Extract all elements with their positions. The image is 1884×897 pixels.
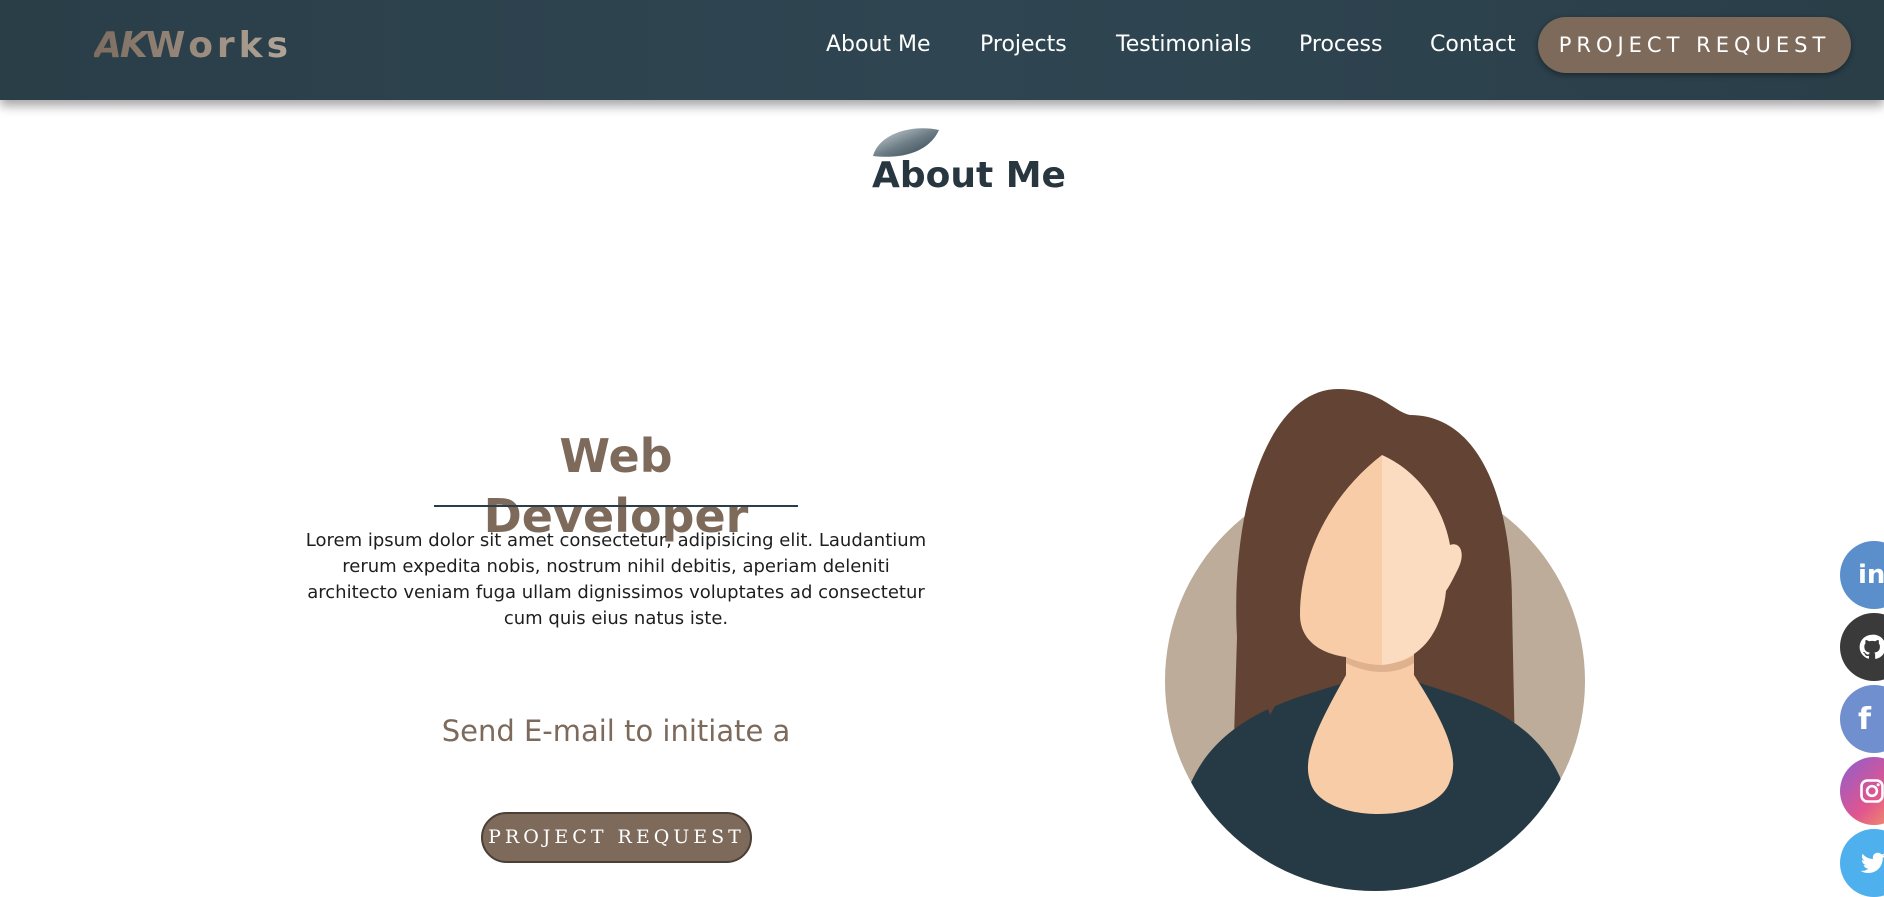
linkedin-icon: in [1858, 560, 1884, 590]
site-logo[interactable]: AKWorks [94, 24, 292, 68]
nav-projects[interactable]: Projects [980, 28, 1067, 62]
facebook-button[interactable]: f [1840, 685, 1884, 753]
nav-contact[interactable]: Contact [1430, 28, 1516, 62]
bio-paragraph: Lorem ipsum dolor sit amet consectetur, … [305, 530, 927, 629]
twitter-icon [1860, 852, 1884, 874]
role-underline-divider [434, 505, 798, 507]
facebook-icon: f [1858, 701, 1872, 737]
top-navigation-bar: AKWorks About Me Projects Testimonials P… [0, 0, 1884, 100]
project-request-button[interactable]: PROJECT REQUEST [481, 812, 752, 863]
logo-ak-text: AK [94, 25, 146, 66]
nav-testimonials[interactable]: Testimonials [1116, 28, 1251, 62]
nav-about-me[interactable]: About Me [826, 28, 931, 62]
github-button[interactable] [1840, 613, 1884, 681]
nav-process[interactable]: Process [1299, 28, 1382, 62]
instagram-button[interactable] [1840, 757, 1884, 825]
section-title: About Me [872, 155, 1066, 196]
github-icon [1859, 634, 1884, 659]
logo-works-text: Works [145, 25, 293, 66]
avatar-illustration [1165, 389, 1585, 891]
header-project-request-button[interactable]: PROJECT REQUEST [1538, 17, 1851, 73]
linkedin-button[interactable]: in [1840, 541, 1884, 609]
email-prompt-text: Send E-mail to initiate a [441, 714, 791, 748]
twitter-button[interactable] [1840, 829, 1884, 897]
instagram-icon [1860, 779, 1884, 803]
